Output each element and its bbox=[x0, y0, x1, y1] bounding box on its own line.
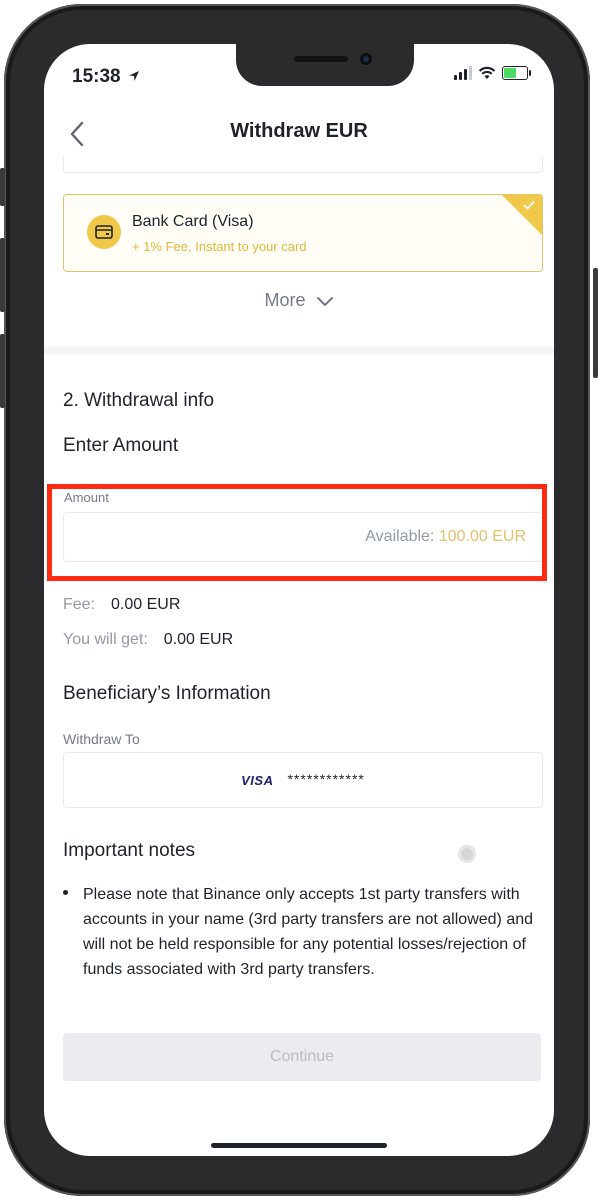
amount-highlight-box bbox=[47, 484, 547, 581]
fee-label: Fee: bbox=[63, 596, 96, 613]
volume-down-button bbox=[0, 334, 5, 408]
checkmark-icon bbox=[523, 200, 535, 210]
front-camera bbox=[360, 53, 372, 65]
enter-amount-title: Enter Amount bbox=[63, 435, 179, 456]
withdrawal-info-title: 2. Withdrawal info bbox=[63, 390, 215, 411]
withdraw-to-field[interactable]: VISA ************ bbox=[63, 752, 543, 808]
receive-label: You will get: bbox=[63, 631, 148, 648]
method-fee: + 1% Fee, Instant to your card bbox=[132, 239, 307, 254]
app-screen: 15:38 Withdraw EUR Bank Card (Visa) + 1% bbox=[44, 44, 554, 1156]
status-time: 15:38 bbox=[72, 66, 140, 88]
status-time-text: 15:38 bbox=[72, 66, 121, 87]
home-indicator[interactable] bbox=[211, 1143, 387, 1148]
more-button[interactable]: More bbox=[44, 290, 554, 311]
important-notes-title: Important notes bbox=[63, 840, 196, 861]
previous-method-card[interactable] bbox=[63, 156, 543, 173]
page-title: Withdraw EUR bbox=[230, 120, 368, 142]
fee-row: Fee: 0.00 EUR bbox=[63, 596, 180, 614]
bullet-icon bbox=[63, 890, 68, 895]
visa-logo: VISA bbox=[241, 772, 274, 788]
battery-charging-icon bbox=[502, 66, 531, 80]
speaker-grille bbox=[294, 56, 348, 62]
bank-card-method-option[interactable]: Bank Card (Visa) + 1% Fee, Instant to yo… bbox=[63, 194, 543, 272]
volume-up-button bbox=[0, 238, 5, 312]
continue-button[interactable]: Continue bbox=[63, 1033, 541, 1081]
more-label: More bbox=[264, 290, 306, 310]
beneficiary-title: Beneficiary’s Information bbox=[63, 683, 271, 704]
location-arrow-icon bbox=[128, 71, 139, 81]
fee-value: 0.00 EUR bbox=[111, 596, 181, 613]
status-icons bbox=[454, 66, 531, 80]
cellular-signal-icon bbox=[454, 66, 472, 80]
power-button bbox=[593, 268, 598, 378]
wifi-icon bbox=[478, 66, 496, 79]
notch bbox=[236, 44, 414, 86]
credit-card-icon bbox=[87, 215, 121, 249]
receive-value: 0.00 EUR bbox=[163, 631, 234, 648]
chevron-down-icon bbox=[316, 296, 333, 306]
masked-card-number: ************ bbox=[287, 771, 365, 787]
receive-row: You will get: 0.00 EUR bbox=[63, 631, 233, 649]
section-divider bbox=[44, 346, 554, 354]
silent-switch bbox=[0, 168, 5, 206]
note-item: Please note that Binance only accepts 1s… bbox=[83, 886, 534, 978]
touch-indicator bbox=[458, 845, 476, 863]
method-name: Bank Card (Visa) bbox=[132, 213, 254, 230]
withdraw-to-label: Withdraw To bbox=[63, 731, 140, 747]
